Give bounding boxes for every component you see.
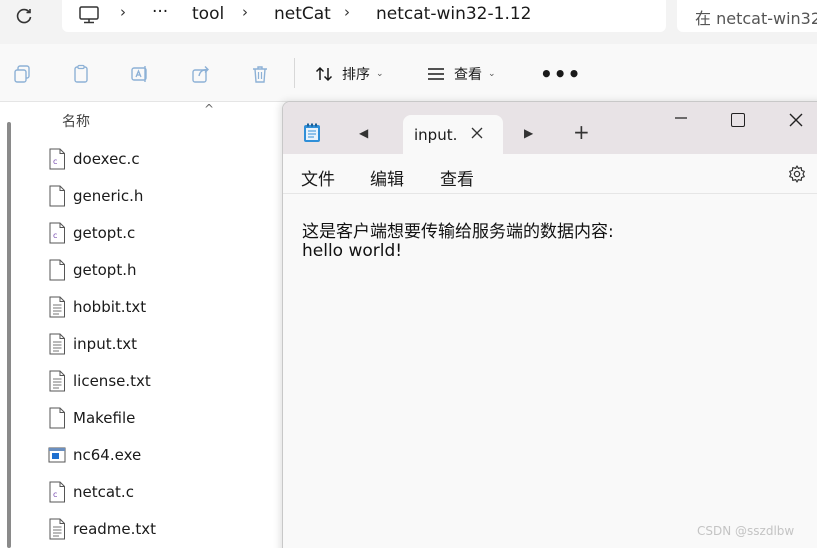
file-row[interactable]: nc64.exe	[48, 440, 278, 470]
this-pc-icon	[79, 6, 99, 24]
new-tab-icon[interactable]: +	[573, 120, 590, 144]
file-name: readme.txt	[73, 520, 157, 538]
menu-view[interactable]: 查看	[440, 165, 474, 190]
chevron-down-icon: ⌄	[488, 69, 496, 79]
file-name: input.txt	[73, 335, 137, 353]
file-name: nc64.exe	[73, 446, 142, 464]
chevron-right-icon: ›	[344, 3, 350, 21]
tab-input-txt[interactable]: input.	[403, 115, 503, 155]
blank-file-icon	[48, 185, 66, 207]
executable-file-icon	[48, 444, 66, 466]
refresh-icon	[16, 8, 32, 24]
close-tab-icon[interactable]	[469, 125, 485, 141]
text-line-1: 这是客户端想要传输给服务端的数据内容:	[302, 222, 614, 242]
breadcrumb-overflow[interactable]: ···	[152, 2, 168, 22]
more-options-button[interactable]: •••	[540, 62, 581, 86]
notepad-menu-bar: 文件 编辑 查看	[283, 154, 817, 194]
refresh-button[interactable]	[12, 4, 36, 28]
search-box[interactable]: 在 netcat-win32	[677, 0, 817, 32]
breadcrumb[interactable]: › ··· tool › netCat › netcat-win32-1.12	[62, 0, 666, 32]
file-row[interactable]: generic.h	[48, 181, 278, 211]
breadcrumb-netcat[interactable]: netCat	[274, 4, 331, 24]
file-name: getopt.c	[73, 224, 136, 242]
paste-icon[interactable]	[71, 64, 91, 84]
menu-edit[interactable]: 编辑	[370, 165, 404, 190]
file-list: 名称 ^ c doexec.c generic.h c getopt.c getopt.h…	[0, 102, 290, 548]
toolbar-divider	[294, 58, 295, 88]
text-file-icon	[48, 370, 66, 392]
c-source-file-icon: c	[48, 222, 66, 244]
maximize-icon[interactable]	[731, 113, 745, 127]
sort-label: 排序	[342, 67, 370, 83]
file-row[interactable]: hobbit.txt	[48, 292, 278, 322]
tab-title: input.	[414, 126, 458, 144]
file-name: hobbit.txt	[73, 298, 147, 316]
copy-icon[interactable]	[12, 64, 32, 84]
view-button[interactable]: 查看 ⌄	[426, 62, 496, 86]
watermark: CSDN @sszdlbw	[697, 524, 795, 538]
menu-file[interactable]: 文件	[301, 165, 335, 190]
file-row[interactable]: c doexec.c	[48, 144, 278, 174]
text-line-2: hello world!	[302, 241, 403, 261]
notepad-window: ◀ input. ▶ + 文件 编辑 查看 这是客户端想要传输给服务端的数据内容…	[282, 101, 817, 548]
tab-scroll-right-icon[interactable]: ▶	[524, 126, 533, 140]
sort-ascending-icon: ^	[204, 102, 215, 116]
notepad-app-icon	[304, 123, 320, 142]
file-name: Makefile	[73, 409, 136, 427]
chevron-right-icon: ›	[120, 3, 126, 21]
file-row[interactable]: Makefile	[48, 403, 278, 433]
chevron-down-icon: ⌄	[376, 69, 384, 79]
column-header-name[interactable]: 名称	[62, 111, 90, 131]
sort-icon	[315, 66, 333, 82]
delete-icon[interactable]	[250, 64, 270, 84]
chevron-right-icon: ›	[242, 3, 248, 21]
file-name: license.txt	[73, 372, 151, 390]
svg-text:c: c	[53, 231, 57, 240]
notepad-text-area[interactable]: 这是客户端想要传输给服务端的数据内容: hello world!	[283, 195, 817, 548]
file-name: netcat.c	[73, 483, 134, 501]
notepad-title-bar[interactable]: ◀ input. ▶ +	[283, 102, 817, 155]
file-name: doexec.c	[73, 150, 140, 168]
text-file-icon	[48, 296, 66, 318]
tab-scroll-left-icon[interactable]: ◀	[359, 126, 368, 140]
text-file-icon	[48, 518, 66, 540]
rename-icon[interactable]	[130, 64, 150, 84]
sort-button[interactable]: 排序 ⌄	[314, 62, 384, 86]
svg-text:c: c	[53, 157, 57, 166]
c-source-file-icon: c	[48, 481, 66, 503]
view-label: 查看	[454, 67, 482, 83]
file-row[interactable]: input.txt	[48, 329, 278, 359]
vertical-scrollbar[interactable]	[7, 122, 11, 548]
blank-file-icon	[48, 407, 66, 429]
file-row[interactable]: c getopt.c	[48, 218, 278, 248]
c-source-file-icon: c	[48, 148, 66, 170]
view-list-icon	[428, 68, 444, 80]
file-row[interactable]: getopt.h	[48, 255, 278, 285]
breadcrumb-tool[interactable]: tool	[192, 4, 224, 24]
close-window-icon[interactable]	[788, 112, 804, 128]
file-row[interactable]: license.txt	[48, 366, 278, 396]
command-bar: 排序 ⌄ 查看 ⌄ •••	[0, 44, 817, 102]
search-placeholder: 在 netcat-win32	[695, 9, 817, 28]
breadcrumb-netcat-win32[interactable]: netcat-win32-1.12	[376, 4, 531, 24]
file-row[interactable]: readme.txt	[48, 514, 278, 544]
svg-text:c: c	[53, 490, 57, 499]
share-icon[interactable]	[191, 64, 211, 84]
settings-gear-icon[interactable]	[787, 164, 807, 184]
text-file-icon	[48, 333, 66, 355]
file-name: generic.h	[73, 187, 144, 205]
screen: › ··· tool › netCat › netcat-win32-1.12 …	[0, 0, 817, 548]
address-bar-area: › ··· tool › netCat › netcat-win32-1.12 …	[0, 0, 817, 44]
blank-file-icon	[48, 259, 66, 281]
file-name: getopt.h	[73, 261, 137, 279]
minimize-icon[interactable]	[673, 110, 689, 126]
file-row[interactable]: c netcat.c	[48, 477, 278, 507]
